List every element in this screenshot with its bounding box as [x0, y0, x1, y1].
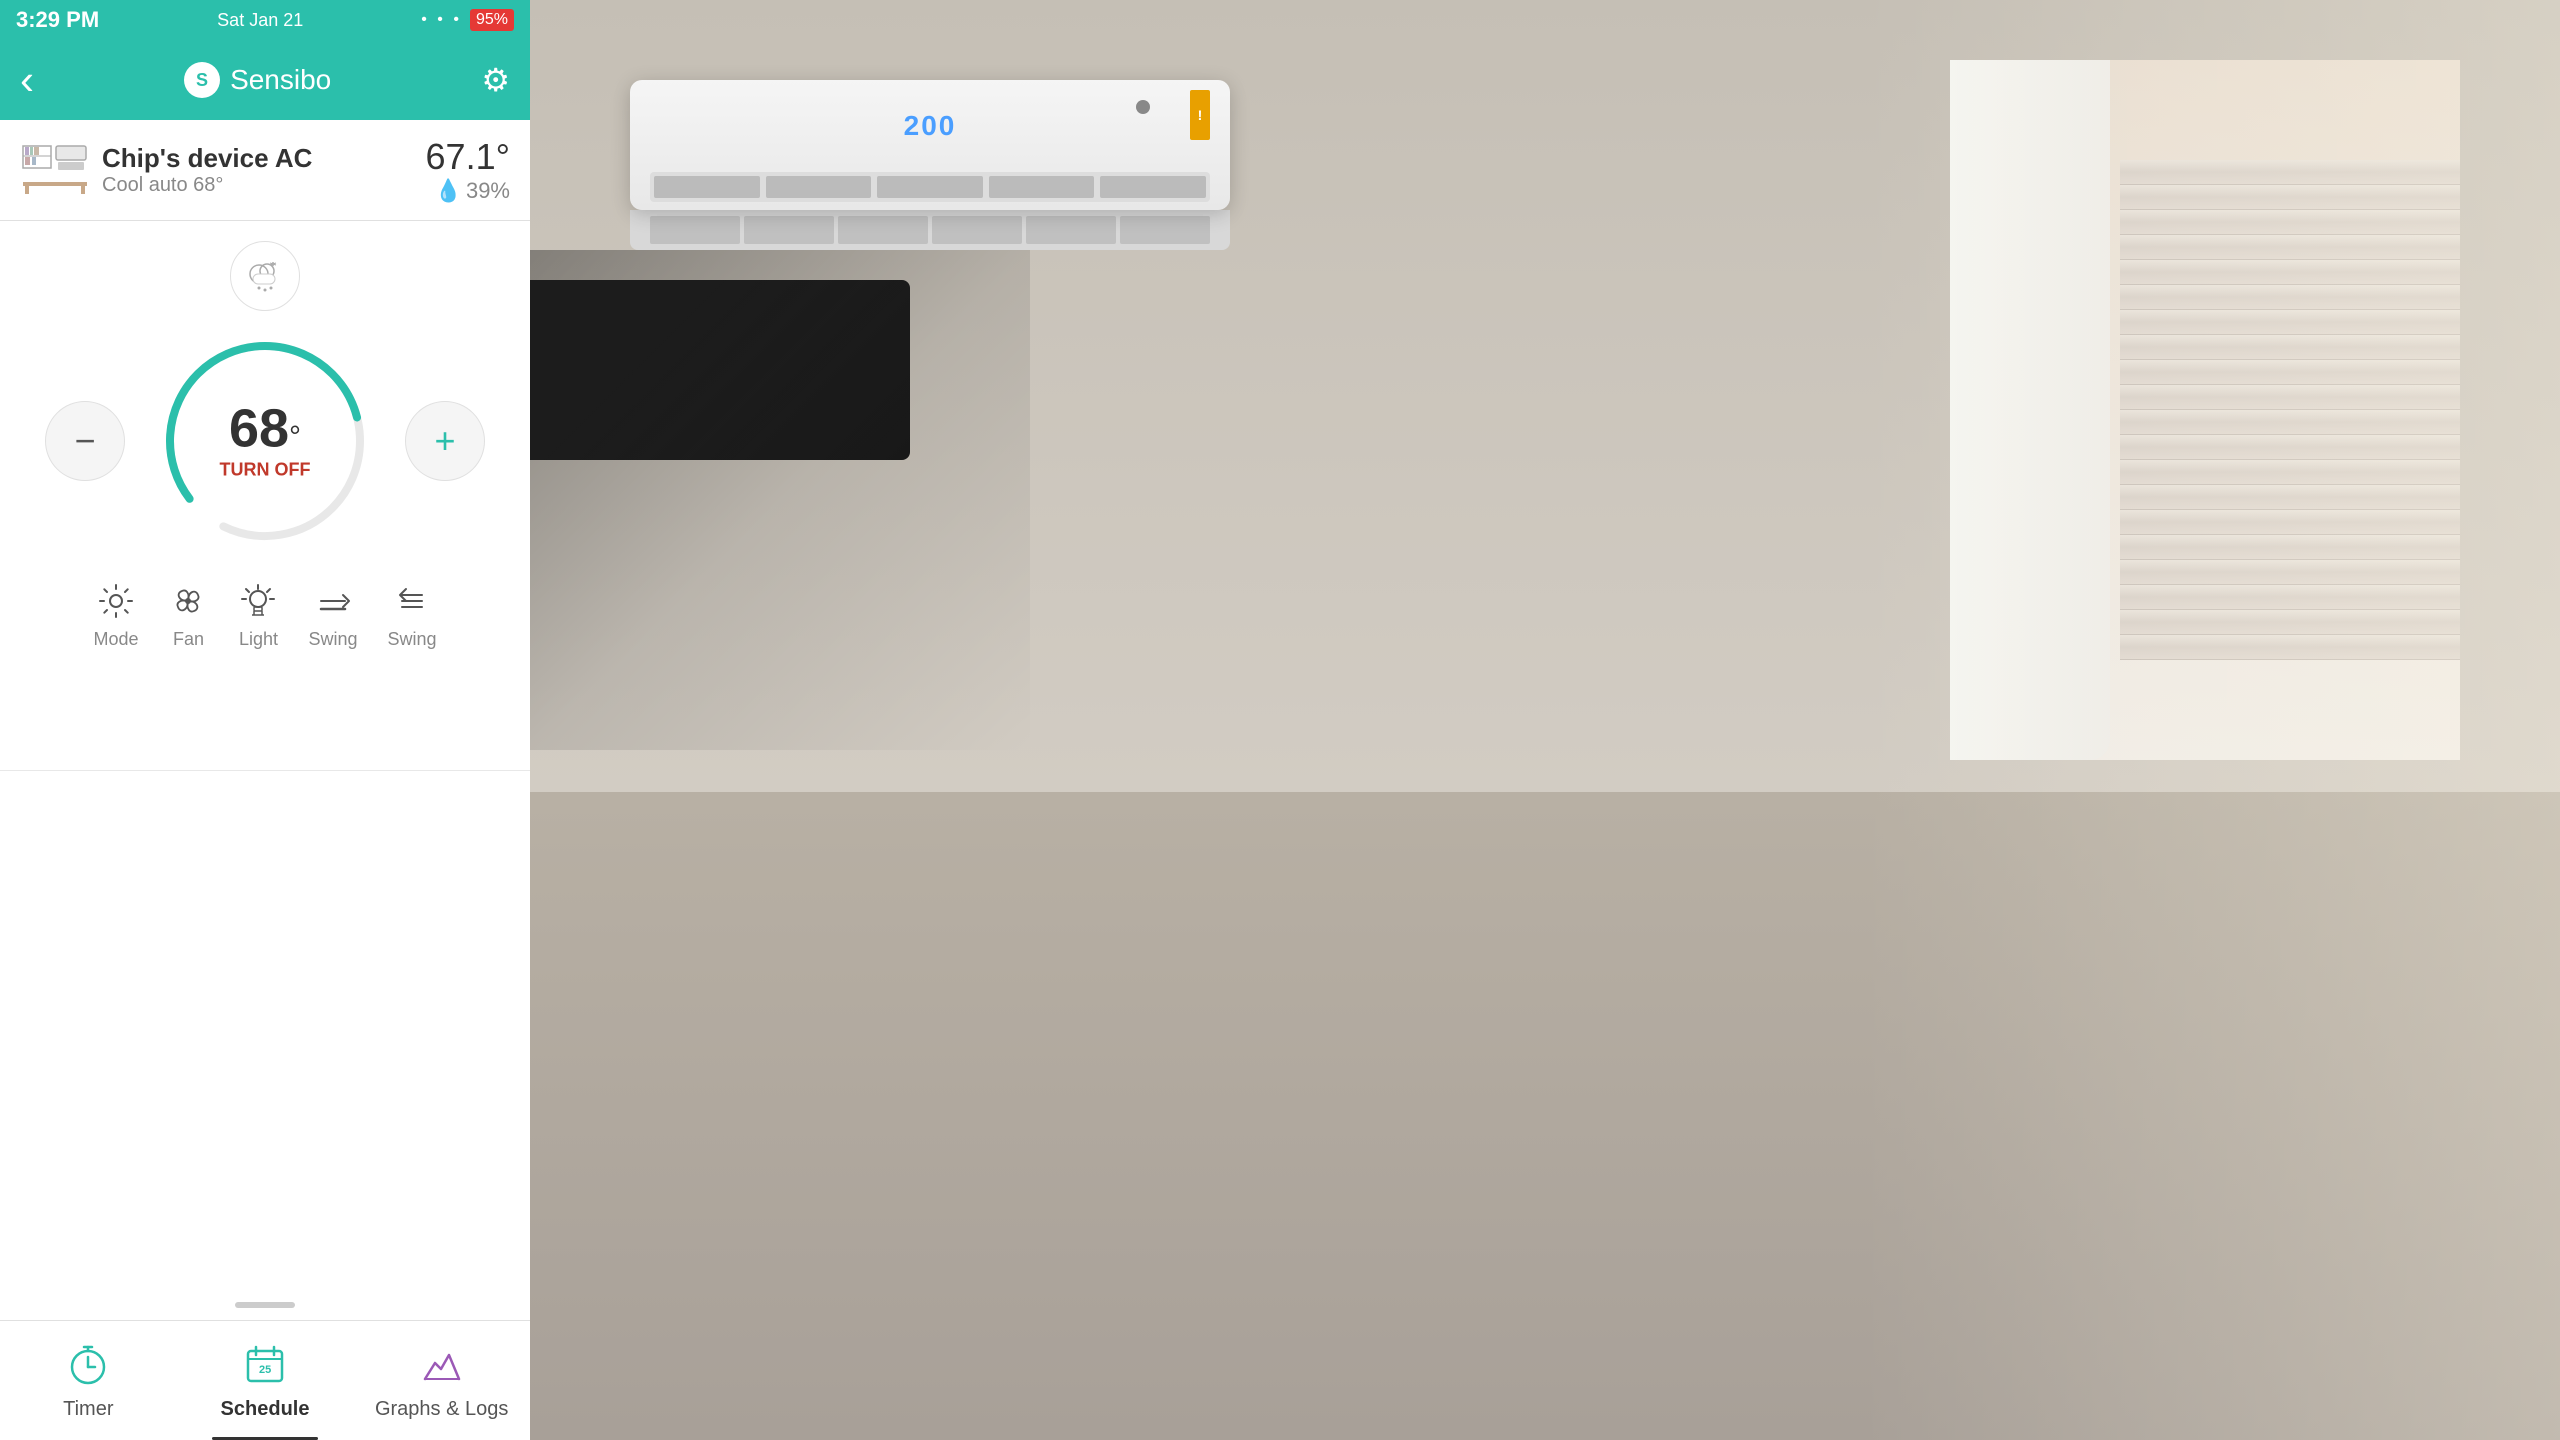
temp-dial-inner: 68° TURN OFF: [220, 402, 311, 481]
settings-button[interactable]: ⚙: [481, 61, 510, 99]
swing1-label: Swing: [308, 629, 357, 650]
swing2-control[interactable]: Swing: [388, 581, 437, 650]
status-date: Sat Jan 21: [217, 10, 303, 31]
wifi-dots: • • •: [421, 11, 462, 29]
sensibo-logo: S: [184, 62, 220, 98]
tab-schedule[interactable]: 25 Schedule: [177, 1321, 354, 1440]
tab-graphs[interactable]: Graphs & Logs: [353, 1321, 530, 1440]
turn-off-button[interactable]: TURN OFF: [220, 460, 311, 481]
humidity-reading: 💧 39%: [426, 178, 510, 204]
status-bar: 3:29 PM Sat Jan 21 • • • 95%: [0, 0, 530, 40]
temp-dial: 68° TURN OFF: [155, 331, 375, 551]
empty-area: [0, 770, 530, 1290]
graphs-icon: [419, 1341, 465, 1392]
temp-unit: °: [289, 421, 301, 454]
drag-pill: [235, 1302, 295, 1308]
swing2-label: Swing: [388, 629, 437, 650]
device-icon: [20, 143, 90, 198]
schedule-label: Schedule: [221, 1398, 310, 1421]
nav-bar: ‹ S Sensibo ⚙: [0, 40, 530, 120]
device-text: Chip's device AC Cool auto 68°: [102, 143, 312, 197]
window-light: [1860, 0, 2560, 1440]
humidity-value: 39%: [466, 178, 510, 204]
corner-shadow: [530, 250, 1030, 750]
minus-icon: −: [74, 420, 95, 462]
control-area: − 68° TURN OFF: [0, 221, 530, 770]
app-title: Sensibo: [230, 64, 331, 96]
drop-icon: 💧: [435, 178, 462, 204]
tab-timer[interactable]: Timer: [0, 1321, 177, 1440]
mode-control[interactable]: Mode: [93, 581, 138, 650]
fan-icon: [168, 581, 208, 621]
ac-body: 200 !: [630, 80, 1230, 210]
bottom-tabs: Timer 25 Schedule: [0, 1320, 530, 1440]
device-mode: Cool auto 68°: [102, 174, 312, 197]
ac-unit-mounted: 200 !: [630, 80, 1230, 260]
room-photo: 200 !: [530, 0, 2560, 1440]
device-info-left: Chip's device AC Cool auto 68°: [20, 143, 312, 198]
temp-control: − 68° TURN OFF: [0, 331, 530, 551]
swing2-icon: [392, 581, 432, 621]
drag-indicator: [0, 1290, 530, 1320]
status-time: 3:29 PM: [16, 7, 99, 33]
fan-control[interactable]: Fan: [168, 581, 208, 650]
ac-display: 200: [904, 110, 957, 142]
schedule-icon: 25: [242, 1341, 288, 1392]
timer-icon: [65, 1341, 111, 1392]
phone-panel: 3:29 PM Sat Jan 21 • • • 95% ‹ S Sensibo…: [0, 0, 530, 1440]
timer-label: Timer: [63, 1398, 113, 1421]
battery-indicator: 95%: [470, 9, 514, 31]
device-readings: 67.1° 💧 39%: [426, 136, 510, 204]
device-name: Chip's device AC: [102, 143, 312, 174]
background-photo: 200 !: [530, 0, 2560, 1440]
room-icon-svg: [21, 144, 89, 196]
back-button[interactable]: ‹: [20, 56, 34, 104]
swing1-control[interactable]: Swing: [308, 581, 357, 650]
status-icons: • • • 95%: [421, 9, 514, 31]
mode-label: Mode: [93, 629, 138, 650]
plus-icon: +: [434, 420, 455, 462]
light-label: Light: [239, 629, 278, 650]
battery-level: 95%: [476, 11, 508, 28]
nav-title: S Sensibo: [184, 62, 331, 98]
device-header: Chip's device AC Cool auto 68° 67.1° 💧 3…: [0, 120, 530, 221]
svg-text:25: 25: [259, 1364, 271, 1376]
light-control[interactable]: Light: [238, 581, 278, 650]
ambient-temperature: 67.1°: [426, 136, 510, 178]
fan-label: Fan: [173, 629, 204, 650]
mode-icon: [96, 581, 136, 621]
ac-vents: [650, 172, 1210, 202]
graphs-label: Graphs & Logs: [375, 1398, 508, 1421]
swing1-icon: [313, 581, 353, 621]
set-temperature: 68: [229, 399, 289, 459]
